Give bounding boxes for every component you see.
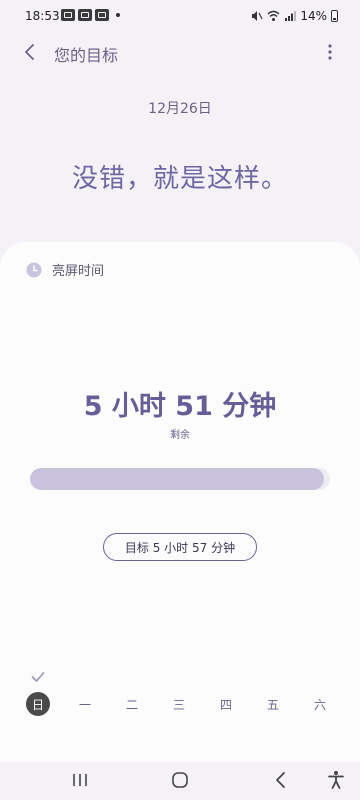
recent-apps-icon[interactable] <box>70 770 90 790</box>
weekday-sun[interactable]: 日 <box>26 692 50 716</box>
navigation-bar <box>0 762 360 800</box>
goal-button[interactable]: 目标 5 小时 57 分钟 <box>103 533 257 561</box>
battery-percent: 14% <box>300 9 327 23</box>
page-title: 您的目标 <box>54 46 119 65</box>
notification-icons <box>61 9 120 21</box>
clock-icon <box>26 262 42 277</box>
signal-icon <box>285 11 297 21</box>
battery-icon <box>331 10 338 22</box>
accessibility-icon[interactable] <box>326 770 346 790</box>
check-icon <box>31 672 45 682</box>
gallery-icon <box>61 9 75 21</box>
card-title: 亮屏时间 <box>52 264 105 279</box>
back-icon[interactable] <box>20 42 40 62</box>
more-options-icon[interactable] <box>320 42 340 62</box>
weekday-mon[interactable]: 一 <box>73 692 97 716</box>
weekday-selector: 日 一 二 三 四 五 六 <box>0 692 360 716</box>
mute-icon <box>252 11 263 21</box>
headline-message: 没错，就是这样。 <box>71 164 288 194</box>
home-icon[interactable] <box>170 770 190 790</box>
card-header: 亮屏时间 <box>26 260 104 279</box>
date-label: 12月26日 <box>148 101 212 117</box>
weekday-tue[interactable]: 二 <box>120 692 144 716</box>
remaining-time: 5 小时 51 分钟 <box>83 391 277 422</box>
status-time: 18:53 <box>25 9 60 23</box>
weekday-wed[interactable]: 三 <box>167 692 191 716</box>
app-bar: 您的目标 <box>0 32 360 72</box>
weekday-sat[interactable]: 六 <box>308 692 332 716</box>
gallery-icon <box>95 9 109 21</box>
status-right: 14% <box>251 9 338 23</box>
status-bar: 18:53 14% <box>0 0 360 32</box>
screen-time-card: 亮屏时间 5 小时 51 分钟 剩余 目标 5 小时 57 分钟 日 一 二 三… <box>0 242 360 762</box>
wifi-icon <box>267 10 280 21</box>
weekday-thu[interactable]: 四 <box>214 692 238 716</box>
gallery-icon <box>78 9 92 21</box>
progress-bar <box>30 468 330 490</box>
weekday-fri[interactable]: 五 <box>261 692 285 716</box>
remaining-label: 剩余 <box>170 430 190 441</box>
back-nav-icon[interactable] <box>271 770 291 790</box>
more-notifications-dot <box>116 13 120 17</box>
progress-bar-fill <box>30 468 324 490</box>
